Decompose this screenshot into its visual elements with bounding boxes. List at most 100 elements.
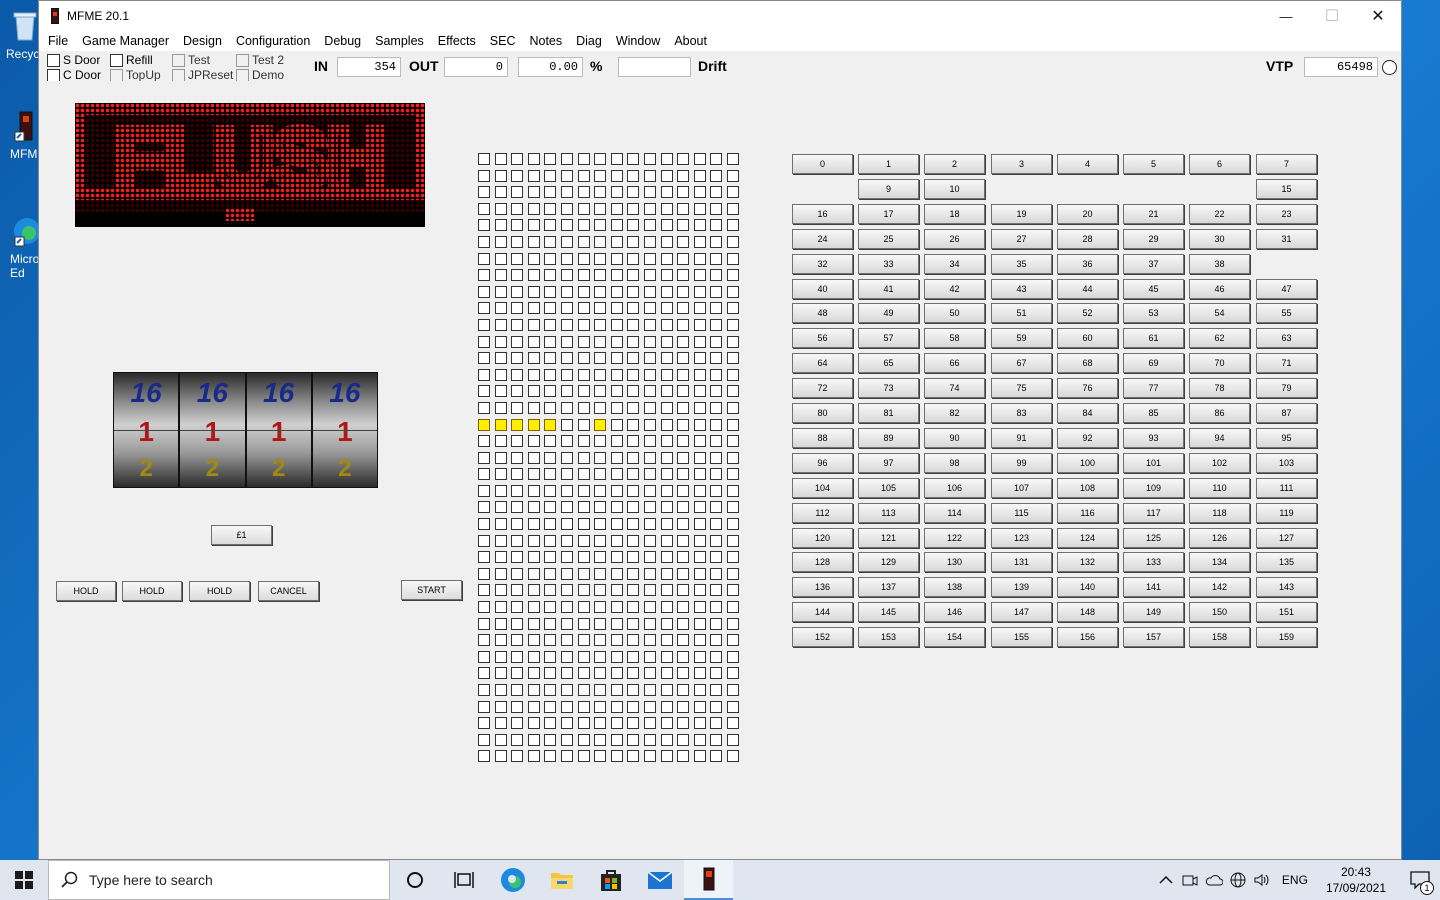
lamp[interactable] [726,717,739,730]
input-switch-143[interactable]: 143 [1256,577,1317,597]
input-switch-67[interactable]: 67 [991,353,1052,373]
minimize-button[interactable]: — [1263,1,1309,31]
lamp[interactable] [693,484,706,497]
lamp[interactable] [594,153,607,165]
lamp[interactable] [577,601,590,614]
lamp[interactable] [610,567,623,580]
lamp[interactable] [494,368,507,381]
lamp[interactable] [594,684,607,696]
lamp[interactable] [560,468,573,481]
lamp[interactable] [710,235,723,248]
lamp[interactable] [643,385,656,398]
lamp[interactable] [693,468,706,481]
lamp[interactable] [677,501,690,514]
lamp[interactable] [677,684,690,696]
taskbar-search-box[interactable]: Type here to search [48,860,390,900]
test-checkbox[interactable]: Test [172,53,210,67]
lamp[interactable] [693,202,706,215]
lamp[interactable] [610,484,623,497]
input-switch-110[interactable]: 110 [1189,478,1250,498]
reel-1[interactable]: 16 1 2 [114,373,179,487]
lamp[interactable] [677,269,690,282]
in-field[interactable]: 354 [337,57,401,77]
lamp[interactable] [677,667,690,680]
lamp[interactable] [527,219,540,232]
lamp[interactable] [610,634,623,647]
lamp[interactable] [627,186,640,199]
lamp[interactable] [511,451,524,464]
lamp[interactable] [527,368,540,381]
lamp[interactable] [594,700,607,713]
percent-field[interactable]: 0.00 [518,57,583,77]
lamp[interactable] [710,617,723,630]
lamp[interactable] [610,153,623,165]
lamp[interactable] [544,269,557,282]
input-switch-48[interactable]: 48 [792,303,853,323]
lamp[interactable] [660,318,673,331]
lamp[interactable] [577,667,590,680]
lamp[interactable] [511,302,524,315]
lamp[interactable] [660,717,673,730]
input-switch-73[interactable]: 73 [858,378,919,398]
lamp[interactable] [527,617,540,630]
lamp[interactable] [643,352,656,365]
lamp[interactable] [710,518,723,531]
lamp[interactable] [693,418,706,431]
input-switch-57[interactable]: 57 [858,328,919,348]
lamp[interactable] [627,650,640,663]
lamp-lit[interactable] [478,418,490,431]
lamp[interactable] [494,385,507,398]
lamp[interactable] [577,368,590,381]
input-switch-154[interactable]: 154 [924,627,985,647]
lamp[interactable] [494,235,507,248]
lamp[interactable] [693,551,706,564]
menu-notes[interactable]: Notes [522,34,569,48]
lamp[interactable] [577,617,590,630]
input-switch-119[interactable]: 119 [1256,503,1317,523]
lamp[interactable] [627,235,640,248]
lamp[interactable] [710,451,723,464]
lamp[interactable] [660,169,673,182]
lamp[interactable] [594,451,607,464]
input-switch-40[interactable]: 40 [792,279,853,299]
lamp[interactable] [527,385,540,398]
lamp[interactable] [478,269,490,282]
c-door-checkbox[interactable]: C Door [47,68,101,82]
input-switch-139[interactable]: 139 [991,577,1052,597]
lamp[interactable] [710,219,723,232]
lamp[interactable] [726,567,739,580]
lamp[interactable] [610,219,623,232]
input-switch-37[interactable]: 37 [1123,254,1184,274]
input-switch-121[interactable]: 121 [858,528,919,548]
lamp[interactable] [577,717,590,730]
lamp[interactable] [693,318,706,331]
lamp[interactable] [660,667,673,680]
lamp[interactable] [478,219,490,232]
lamp[interactable] [660,219,673,232]
lamp[interactable] [560,484,573,497]
lamp[interactable] [677,551,690,564]
input-switch-29[interactable]: 29 [1123,229,1184,249]
lamp[interactable] [627,368,640,381]
lamp[interactable] [693,219,706,232]
lamp[interactable] [710,717,723,730]
lamp[interactable] [660,468,673,481]
input-switch-158[interactable]: 158 [1189,627,1250,647]
input-switch-125[interactable]: 125 [1123,528,1184,548]
input-switch-83[interactable]: 83 [991,403,1052,423]
lamp[interactable] [677,534,690,547]
lamp[interactable] [627,534,640,547]
lamp[interactable] [511,534,524,547]
lamp[interactable] [594,252,607,265]
input-switch-151[interactable]: 151 [1256,602,1317,622]
lamp[interactable] [643,518,656,531]
lamp[interactable] [511,717,524,730]
menu-effects[interactable]: Effects [431,34,483,48]
lamp[interactable] [610,352,623,365]
lamp[interactable] [726,318,739,331]
lamp[interactable] [693,567,706,580]
lamp[interactable] [511,750,524,763]
input-switch-76[interactable]: 76 [1057,378,1118,398]
lamp[interactable] [577,733,590,746]
lamp[interactable] [643,186,656,199]
